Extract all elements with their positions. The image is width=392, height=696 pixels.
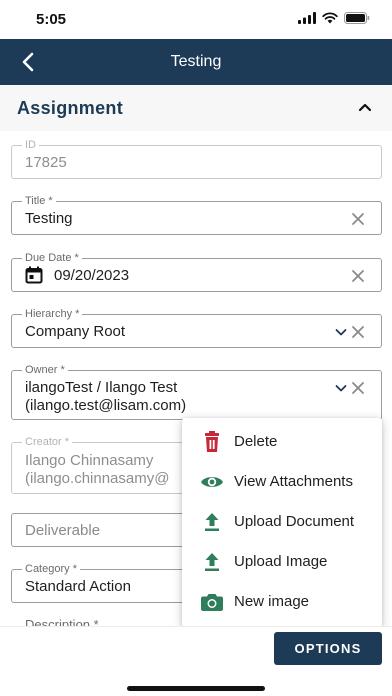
due-date-label: Due Date * [22,252,82,264]
status-time: 5:05 [36,11,67,28]
camera-icon [201,594,223,611]
due-date-value[interactable]: 09/20/2023 [54,267,129,284]
upload-icon [205,553,219,571]
id-value: 17825 [25,154,67,171]
id-field: ID 17825 [11,139,382,179]
chevron-up-icon[interactable] [358,101,372,113]
battery-icon [344,12,370,24]
clear-icon[interactable] [351,269,365,283]
owner-label: Owner * [22,364,68,376]
status-icons [298,12,370,24]
menu-label-new-image: New image [234,593,310,610]
menu-label-upload-image: Upload Image [234,553,328,570]
status-bar: 5:05 [0,0,392,39]
menu-item-upload-document[interactable]: Upload Document [182,502,382,542]
menu-item-upload-image[interactable]: Upload Image [182,542,382,582]
menu-label-view-attachments: View Attachments [234,473,353,490]
owner-value-line2[interactable]: (ilango.test@lisam.com) [25,397,186,414]
deliverable-placeholder[interactable]: Deliverable [25,522,100,539]
title-label: Title * [22,195,56,207]
id-label: ID [22,139,39,151]
creator-label: Creator * [22,436,73,448]
clear-icon[interactable] [351,212,365,226]
nav-bar: Testing [0,39,392,85]
due-date-field[interactable]: Due Date * 09/20/2023 [11,252,382,292]
category-label: Category * [22,563,80,575]
home-indicator [127,686,265,691]
menu-item-view-attachments[interactable]: View Attachments [182,462,382,502]
options-button[interactable]: OPTIONS [274,632,382,665]
hierarchy-field[interactable]: Hierarchy * Company Root [11,308,382,348]
hierarchy-value[interactable]: Company Root [25,323,125,340]
menu-label-delete: Delete [234,433,278,450]
options-menu: Delete View Attachments Upload Document … [182,418,382,627]
eye-icon [201,477,223,487]
clear-icon[interactable] [351,381,365,395]
owner-value-line1[interactable]: ilangoTest / Ilango Test [25,379,177,396]
menu-item-delete[interactable]: Delete [182,422,382,462]
calendar-icon[interactable] [25,266,43,284]
chevron-down-icon[interactable] [335,384,347,393]
section-title: Assignment [17,98,124,118]
signal-icon [298,12,316,24]
wifi-icon [322,12,338,24]
title-field[interactable]: Title * Testing [11,195,382,235]
creator-value-line2: (ilango.chinnasamy@ [25,470,170,487]
chevron-down-icon[interactable] [335,328,347,337]
page-title: Testing [170,53,222,70]
hierarchy-label: Hierarchy * [22,308,83,320]
upload-icon [205,513,219,531]
assignment-section-header[interactable]: Assignment [0,85,392,131]
title-value[interactable]: Testing [25,210,73,227]
category-value[interactable]: Standard Action [25,578,131,595]
owner-field[interactable]: Owner * ilangoTest / Ilango Test (ilango… [11,364,382,420]
menu-label-upload-document: Upload Document [234,513,355,530]
bottom-bar: OPTIONS [0,626,392,696]
creator-value-line1: Ilango Chinnasamy [25,452,154,469]
menu-item-new-image[interactable]: New image [182,582,382,622]
clear-icon[interactable] [351,325,365,339]
trash-icon [205,431,219,452]
